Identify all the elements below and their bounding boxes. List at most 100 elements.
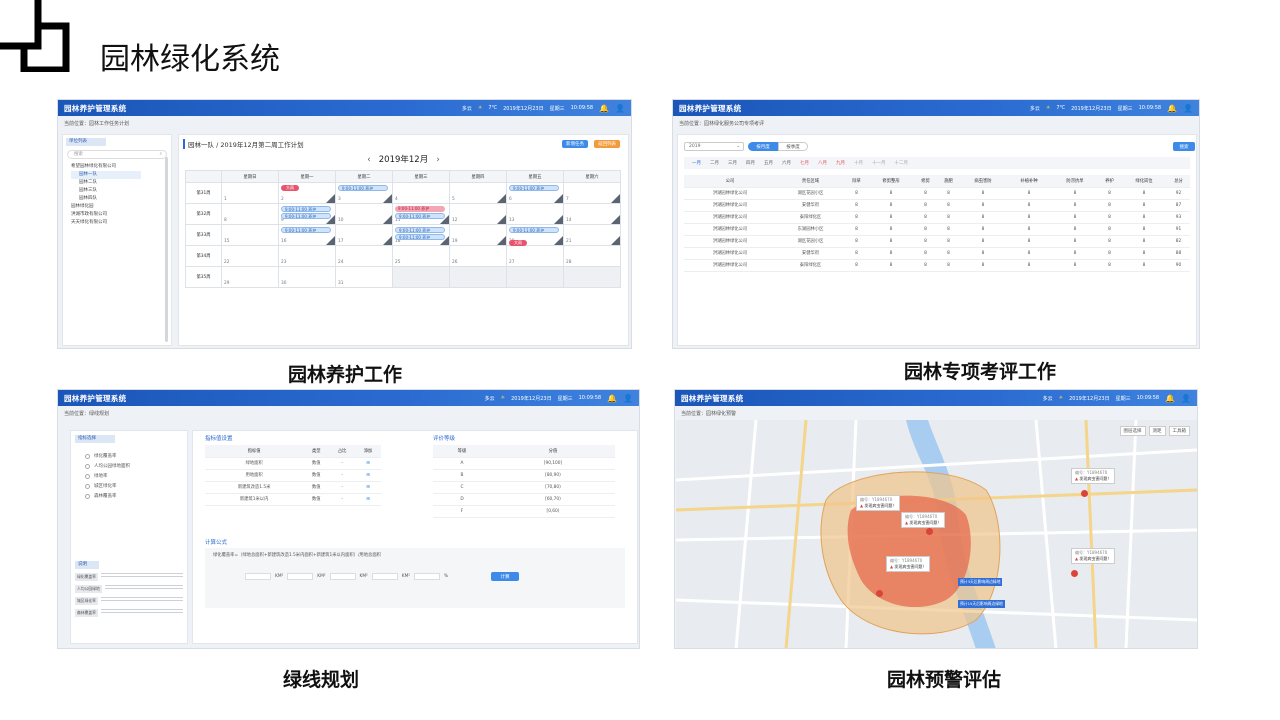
- calendar-day[interactable]: 2 大雨: [279, 183, 336, 204]
- add-icon[interactable]: ⊞: [366, 497, 370, 502]
- calendar-day[interactable]: 13: [507, 204, 564, 225]
- calendar-day[interactable]: 4: [393, 183, 450, 204]
- next-month-icon[interactable]: ›: [436, 155, 439, 165]
- sidebar-scrollbar[interactable]: [165, 157, 168, 342]
- calendar-day[interactable]: 209:00-11:00 养护大雨: [507, 225, 564, 246]
- task-event[interactable]: 9:00-11:00 养护: [281, 213, 331, 219]
- calendar-day[interactable]: 19: [450, 225, 507, 246]
- bell-icon[interactable]: 🔔: [1165, 394, 1175, 403]
- month-tab[interactable]: 三月: [728, 160, 737, 166]
- year-select[interactable]: 2019 ⌄: [684, 142, 744, 151]
- calendar-day[interactable]: 5: [450, 183, 507, 204]
- formula-input[interactable]: [371, 573, 398, 580]
- tree-item[interactable]: 园林三队: [71, 187, 171, 195]
- alert-popup[interactable]: 编号：Y1894670 ▲ 发现病虫害问题！: [856, 495, 901, 511]
- calculate-button[interactable]: 计算: [491, 572, 519, 581]
- calendar-day[interactable]: 26: [450, 246, 507, 267]
- calendar-day[interactable]: 11 9:00-11:00 养护 9:00-11:00 养护: [393, 204, 450, 225]
- calendar-day[interactable]: 15: [222, 225, 279, 246]
- task-event[interactable]: 9:00-11:00 养护: [509, 227, 559, 233]
- tree-item[interactable]: 园林四队: [71, 195, 171, 203]
- measure-tool[interactable]: 测距: [1148, 426, 1166, 436]
- radio-icon[interactable]: [85, 453, 90, 459]
- tree-item[interactable]: 园林绿化园: [71, 203, 171, 211]
- indicator-option[interactable]: 绿地率: [85, 471, 187, 481]
- task-event[interactable]: 9:00-11:00 养护: [509, 185, 559, 191]
- calendar-day[interactable]: [450, 267, 507, 288]
- tree-item[interactable]: 天天绿化有限公司: [71, 219, 171, 227]
- new-task-button[interactable]: 新增任务: [562, 140, 588, 148]
- calendar-day[interactable]: 17: [336, 225, 393, 246]
- table-row[interactable]: 洪湖园林绿化公司 湖区花园小区 8 8 8 8 8 8 8 8 8 92: [684, 187, 1190, 200]
- calendar-day[interactable]: 1: [222, 183, 279, 204]
- indicator-option[interactable]: 人均公园绿地面积: [85, 461, 187, 471]
- month-tab[interactable]: 九月: [836, 160, 845, 166]
- radio-icon[interactable]: [85, 463, 90, 469]
- warning-map[interactable]: 编号：Y1894670 ▲ 发现病虫害问题！ 编号：Y1894670 ▲ 发现病虫害…: [676, 420, 1197, 648]
- table-row[interactable]: 洪湖园林绿化公司 东湖园林小区 8 8 8 8 8 8 8 8 8 91: [684, 223, 1190, 236]
- calendar-day[interactable]: 18 9:00-11:00 养护 9:00-11:00 养护: [393, 225, 450, 246]
- calendar-day[interactable]: 14: [564, 204, 621, 225]
- return-button[interactable]: 返回列表: [594, 140, 620, 148]
- warning-pin[interactable]: [1071, 570, 1078, 577]
- month-tab[interactable]: 十一月: [872, 160, 886, 166]
- add-icon[interactable]: ⊞: [366, 485, 370, 490]
- calendar-day[interactable]: 6 9:00-11:00 养护: [507, 183, 564, 204]
- task-event[interactable]: 9:00-11:00 养护: [395, 227, 445, 233]
- month-tab[interactable]: 七月: [800, 160, 809, 166]
- search-button[interactable]: 搜索: [1173, 142, 1195, 151]
- task-event[interactable]: 9:00-11:00 养护: [338, 185, 388, 191]
- alert-popup[interactable]: 编号：Y1894670 ▲ 发现病虫害问题！: [901, 512, 946, 528]
- month-tab[interactable]: 十月: [854, 160, 863, 166]
- task-event[interactable]: 9:00-11:00 养护: [281, 206, 331, 212]
- calendar-day[interactable]: 16 9:00-11:00 养护: [279, 225, 336, 246]
- indicator-option[interactable]: 城区绿化率: [85, 481, 187, 491]
- month-tab[interactable]: 一月: [692, 160, 701, 166]
- add-icon[interactable]: ⊞: [366, 473, 370, 478]
- radio-icon[interactable]: [85, 473, 90, 479]
- search-input[interactable]: 搜索 ⌕: [67, 150, 167, 159]
- calendar-day[interactable]: 12: [450, 204, 507, 225]
- alert-popup[interactable]: 编号：Y1894670 ▲ 发现病虫害问题！: [1071, 468, 1116, 484]
- calendar-day[interactable]: 22: [222, 246, 279, 267]
- user-icon[interactable]: 👤: [615, 104, 625, 113]
- indicator-option[interactable]: 绿化覆盖率: [85, 451, 187, 461]
- calendar-day[interactable]: [507, 267, 564, 288]
- calendar-day[interactable]: 3 9:00-11:00 养护: [336, 183, 393, 204]
- user-icon[interactable]: 👤: [623, 394, 633, 403]
- warning-pin[interactable]: [876, 590, 883, 597]
- calendar-day[interactable]: 23: [279, 246, 336, 267]
- calendar-day[interactable]: 10: [336, 204, 393, 225]
- calendar-day[interactable]: 25: [393, 246, 450, 267]
- task-event[interactable]: 9:00-11:00 养护: [281, 227, 331, 233]
- tab-monthly[interactable]: 按月度: [748, 142, 778, 151]
- bell-icon[interactable]: 🔔: [607, 394, 617, 403]
- radio-icon[interactable]: [85, 493, 90, 499]
- task-event[interactable]: 9:00-11:00 养护: [395, 234, 445, 240]
- calendar-day[interactable]: 9 9:00-11:00 养护 9:00-11:00 养护: [279, 204, 336, 225]
- bell-icon[interactable]: 🔔: [599, 104, 609, 113]
- month-tab[interactable]: 二月: [710, 160, 719, 166]
- calendar-day[interactable]: 27: [507, 246, 564, 267]
- alert-popup[interactable]: 编号：Y1894670 ▲ 发现病虫害问题！: [1071, 548, 1116, 564]
- warning-pin[interactable]: [1081, 490, 1088, 497]
- month-tab[interactable]: 十二月: [895, 160, 909, 166]
- calendar-day[interactable]: 28: [564, 246, 621, 267]
- calendar-day[interactable]: [564, 267, 621, 288]
- add-icon[interactable]: ⊞: [366, 461, 370, 466]
- formula-input[interactable]: [329, 573, 356, 580]
- calendar-day[interactable]: 29: [222, 267, 279, 288]
- calendar-day[interactable]: 31: [336, 267, 393, 288]
- tree-item[interactable]: 洪湖市政有限公司: [71, 211, 171, 219]
- user-icon[interactable]: 👤: [1181, 394, 1191, 403]
- month-tab[interactable]: 八月: [818, 160, 827, 166]
- user-icon[interactable]: 👤: [1183, 104, 1193, 113]
- table-row[interactable]: 洪湖园林绿化公司 泰阳绿化区 8 8 8 8 8 8 8 8 8 93: [684, 211, 1190, 224]
- search-icon[interactable]: ⌕: [159, 151, 162, 159]
- calendar-day[interactable]: [393, 267, 450, 288]
- layer-tool[interactable]: 图层选择: [1119, 426, 1146, 436]
- warning-pin[interactable]: [926, 528, 933, 535]
- month-tab[interactable]: 四月: [746, 160, 755, 166]
- calendar-day[interactable]: 30: [279, 267, 336, 288]
- formula-input[interactable]: [245, 573, 271, 580]
